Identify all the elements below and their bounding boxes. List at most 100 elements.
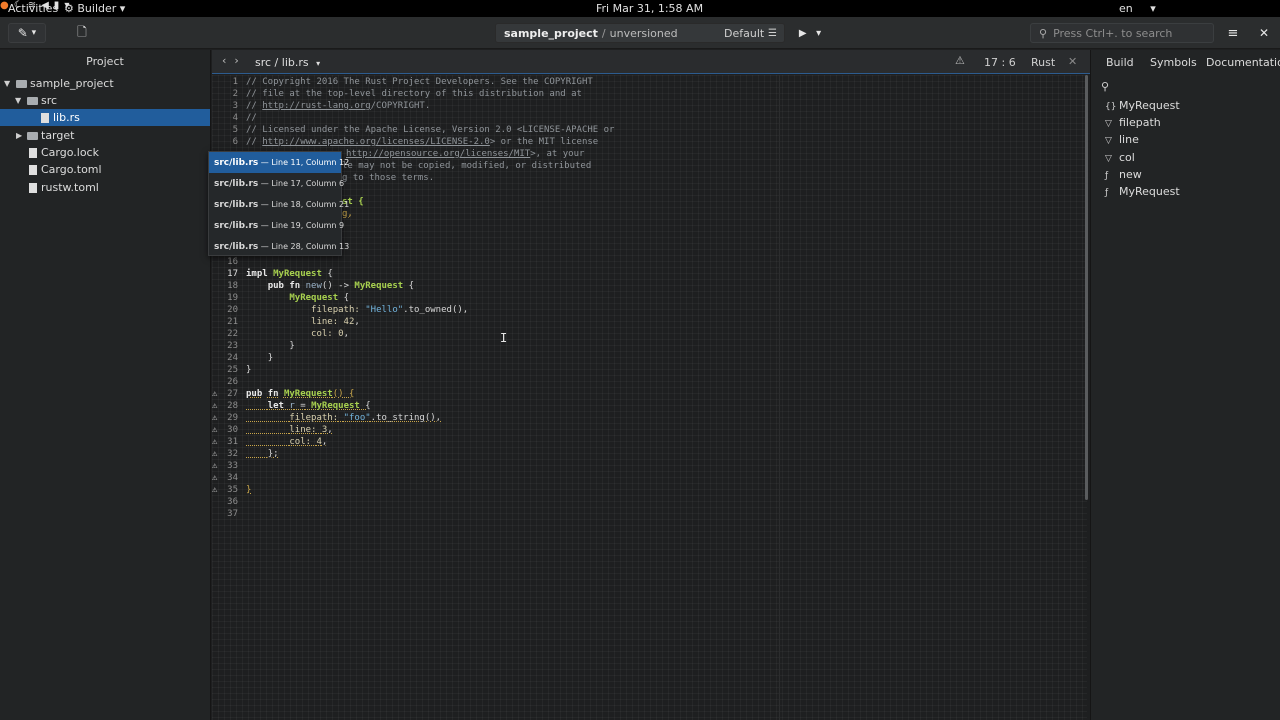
main-menu-button[interactable]: ≡: [1222, 23, 1244, 43]
project-name: sample_project: [504, 26, 598, 40]
tree-item-label: src: [41, 94, 58, 107]
file-icon: [41, 113, 49, 123]
link[interactable]: http://www.apache.org/licenses/LICENSE-2…: [262, 137, 490, 147]
warning-icon[interactable]: ⚠: [212, 436, 217, 448]
code-line: ⚠ 35}: [212, 484, 252, 496]
expander-open-icon[interactable]: ▼: [15, 92, 21, 109]
vcs-status: unversioned: [609, 26, 678, 40]
nav-arrows[interactable]: ‹›: [222, 54, 247, 67]
references-popup[interactable]: src/lib.rs — Line 11, Column 12 src/lib.…: [208, 151, 349, 257]
code-line: 24 }: [227, 353, 274, 363]
code-line: 16: [227, 257, 238, 267]
close-icon: ✕: [1258, 26, 1270, 40]
code-line: 1// Copyright 2016 The Rust Project Deve…: [232, 77, 593, 87]
back-icon[interactable]: ‹: [222, 54, 234, 67]
warning-icon[interactable]: ⚠: [212, 424, 217, 436]
function-icon: ƒ: [1105, 188, 1109, 198]
expander-open-icon[interactable]: ▼: [4, 75, 10, 92]
symbol-item[interactable]: ƒ new: [1105, 166, 1142, 183]
app-menu-button[interactable]: ⚙ Builder ▾: [64, 2, 125, 15]
reference-item[interactable]: src/lib.rs — Line 11, Column 12: [209, 152, 349, 173]
close-document-icon[interactable]: ✕: [1068, 55, 1077, 68]
cursor-position[interactable]: 17 : 6: [984, 56, 1016, 69]
clock[interactable]: Fri Mar 31, 1:58 AM: [596, 2, 703, 15]
file-icon: [29, 148, 37, 158]
play-icon: ▶: [798, 27, 807, 39]
symbol-item[interactable]: {} MyRequest: [1105, 97, 1180, 114]
code-line: 26: [227, 377, 238, 387]
tree-item-sample-project[interactable]: ▼ sample_project: [0, 75, 210, 92]
warning-icon[interactable]: ⚠: [212, 388, 217, 400]
build-icon[interactable]: ☰: [768, 28, 777, 39]
build-config-label[interactable]: Default: [724, 27, 764, 40]
chevron-down-icon: ▾: [1150, 2, 1156, 15]
forward-icon[interactable]: ›: [234, 54, 246, 67]
app-menu-label: Builder: [77, 2, 117, 15]
expander-closed-icon[interactable]: ▶: [16, 127, 22, 144]
chevron-down-icon: ▾: [119, 2, 126, 15]
tree-item-target[interactable]: ▶ target: [0, 127, 210, 144]
tree-item-rustw-toml[interactable]: rustw.toml: [0, 179, 210, 196]
file-icon: [29, 183, 37, 193]
tree-item-cargo-toml[interactable]: Cargo.toml: [0, 161, 210, 178]
code-line: 23 }: [227, 341, 295, 351]
tab-symbols[interactable]: Symbols: [1150, 56, 1197, 69]
search-input[interactable]: [1053, 26, 1204, 40]
warning-icon[interactable]: ⚠: [212, 412, 217, 424]
run-button[interactable]: ▶ ▾: [790, 23, 830, 43]
warning-icon[interactable]: ⚠: [212, 484, 217, 496]
code-line: 2// file at the top-level directory of t…: [232, 89, 582, 99]
reference-item[interactable]: src/lib.rs — Line 19, Column 9: [209, 215, 344, 236]
symbol-item[interactable]: ▽ col: [1105, 149, 1135, 166]
code-line: 19 MyRequest {: [227, 293, 349, 303]
code-line: ⚠ 34: [212, 472, 238, 484]
code-line: 4//: [232, 113, 257, 123]
code-line: ⚠ 28 let r = MyRequest {: [212, 400, 371, 412]
project-status-box[interactable]: sample_project / unversioned Default ☰: [495, 23, 785, 43]
search-icon: ⚲: [1101, 79, 1110, 93]
tree-item-label: target: [41, 129, 75, 142]
tree-item-cargo-lock[interactable]: Cargo.lock: [0, 144, 210, 161]
document-path-button[interactable]: src / lib.rs ▾: [255, 56, 320, 69]
symbol-item[interactable]: ▽ filepath: [1105, 114, 1161, 131]
symbol-item[interactable]: ƒ MyRequest: [1105, 183, 1180, 200]
reference-item[interactable]: src/lib.rs — Line 18, Column 21: [209, 194, 349, 215]
warning-icon[interactable]: ⚠: [955, 54, 965, 67]
code-line: ⚠ 31 col: 4,: [212, 436, 328, 448]
code-line: ⚠ 32 };: [212, 448, 279, 460]
symbol-search-input[interactable]: [1115, 80, 1276, 92]
activities-button[interactable]: Activities: [8, 2, 58, 15]
reference-item[interactable]: src/lib.rs — Line 17, Column 6: [209, 173, 344, 194]
field-icon: ▽: [1105, 136, 1112, 146]
right-panel-tabs: Build Symbols Documentation: [1091, 50, 1280, 74]
code-line: ⚠ 33: [212, 460, 238, 472]
symbol-search[interactable]: ⚲: [1095, 78, 1277, 94]
language-selector[interactable]: Rust: [1031, 56, 1055, 69]
path-separator: /: [601, 26, 606, 40]
new-document-button[interactable]: 🗋: [72, 23, 92, 43]
code-line: 18 pub fn new() -> MyRequest {: [227, 281, 415, 291]
tab-build[interactable]: Build: [1106, 56, 1134, 69]
warning-icon[interactable]: ⚠: [212, 460, 217, 472]
folder-icon: [16, 80, 27, 88]
warning-icon[interactable]: ⚠: [212, 448, 217, 460]
link[interactable]: http://opensource.org/licenses/MIT: [346, 149, 530, 159]
tree-item-label: Cargo.lock: [41, 146, 99, 159]
code-line: 17 impl MyRequest {: [227, 269, 333, 279]
hamburger-icon: ≡: [1227, 25, 1239, 41]
warning-icon[interactable]: ⚠: [212, 472, 217, 484]
reference-item[interactable]: src/lib.rs — Line 28, Column 13: [209, 236, 349, 257]
window-close-button[interactable]: ✕: [1256, 23, 1272, 43]
editor-scrollbar[interactable]: [1085, 75, 1088, 500]
warning-icon[interactable]: ⚠: [212, 400, 217, 412]
symbol-item[interactable]: ▽ line: [1105, 131, 1139, 148]
tree-item-lib-rs[interactable]: lib.rs: [0, 109, 210, 126]
tab-documentation[interactable]: Documentation: [1206, 56, 1280, 69]
global-search[interactable]: ⚲: [1030, 23, 1214, 43]
perspective-menu-button[interactable]: ✎ ▾: [8, 23, 46, 43]
tree-item-src[interactable]: ▼ src: [0, 92, 210, 109]
link[interactable]: http://rust-lang.org: [262, 101, 370, 111]
code-line: 21 line: 42,: [227, 317, 360, 327]
right-panel: Build Symbols Documentation ⚲ {}MyReques…: [1090, 50, 1280, 720]
input-language-button[interactable]: en ▾: [1119, 2, 1156, 15]
